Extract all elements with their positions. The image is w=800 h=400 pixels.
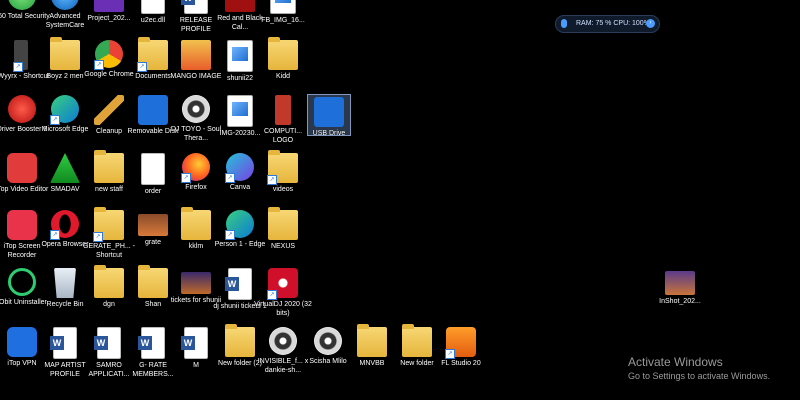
folder-icon (357, 324, 387, 357)
word-document-icon (181, 327, 208, 359)
usb-drive-icon (138, 95, 168, 125)
word-document-icon (94, 327, 121, 359)
dll-file-icon (141, 0, 165, 14)
desktop-icon-videos[interactable]: ↗ videos (254, 150, 312, 195)
image-file-icon (138, 214, 168, 236)
activate-windows-watermark: Activate Windows Go to Settings to activ… (628, 355, 770, 381)
image-file-icon (181, 272, 211, 294)
video-editor-icon (7, 153, 37, 183)
audio-file-icon (314, 327, 342, 355)
system-monitor-widget[interactable]: RAM: 75 % CPU: 100% › (555, 15, 660, 33)
desktop-icon-virtualdj[interactable]: ↗ VirtualDJ 2020 (32 bits) (254, 268, 312, 318)
driver-booster-icon (8, 95, 36, 123)
recycle-bin-icon (54, 268, 76, 298)
edge-icon: ↗ (225, 210, 254, 240)
folder-icon (225, 324, 255, 357)
broom-icon (94, 95, 124, 125)
icon-label: VirtualDJ 2020 (32 bits) (254, 301, 312, 317)
word-document-icon (50, 327, 77, 359)
image-file-icon (227, 40, 253, 72)
image-file-icon (225, 0, 255, 12)
usb-device-icon: ↗ (13, 40, 28, 72)
icon-label: COMPUTI... LOGO (263, 128, 303, 144)
folder-icon (50, 37, 80, 70)
icon-label: Kidd (275, 73, 290, 80)
word-document-icon (181, 0, 208, 14)
canva-icon: ↗ (225, 153, 254, 183)
desktop-icon-inshot[interactable]: InShot_202... (651, 268, 709, 307)
icon-label: InShot_202... (659, 298, 701, 305)
chrome-icon: ↗ (94, 40, 123, 70)
opera-icon: ↗ (50, 210, 79, 240)
antivirus-icon (50, 153, 80, 183)
image-file-icon (227, 95, 253, 127)
desktop-icon-nexus[interactable]: NEXUS (254, 207, 312, 252)
folder-icon (94, 265, 124, 298)
edge-icon: ↗ (50, 95, 79, 125)
audio-file-icon (269, 327, 297, 355)
folder-icon (94, 150, 124, 183)
fl-studio-icon: ↗ (445, 327, 476, 359)
icon-label: FL Studio 20 (441, 360, 481, 367)
image-file-icon (270, 0, 296, 14)
folder-icon: ↗ (93, 207, 124, 242)
icon-label: USB Drive (312, 130, 346, 137)
screen-recorder-icon (7, 210, 37, 240)
folder-icon (402, 324, 432, 357)
virtualdj-icon: ↗ (267, 268, 298, 300)
image-file-icon (181, 40, 211, 70)
arrow-right-icon[interactable]: › (646, 19, 655, 28)
resource-usage-text: RAM: 75 % CPU: 100% (576, 20, 650, 27)
activate-title: Activate Windows (628, 355, 723, 369)
document-icon (141, 153, 165, 185)
folder-icon (268, 37, 298, 70)
icon-label: FB_IMG_16... (261, 17, 305, 24)
image-file-icon (275, 95, 291, 125)
folder-icon: ↗ (267, 150, 298, 185)
desktop-icon-fl-studio-20[interactable]: ↗ FL Studio 20 (432, 327, 490, 369)
icon-label: NEXUS (270, 243, 296, 250)
folder-icon (138, 265, 168, 298)
folder-icon: ↗ (137, 37, 168, 72)
usb-drive-icon (314, 97, 344, 127)
activate-subtitle: Go to Settings to activate Windows. (628, 371, 771, 381)
word-document-icon (138, 327, 165, 359)
video-file-icon (94, 0, 124, 12)
image-file-icon (665, 271, 695, 295)
shield-icon (8, 0, 36, 10)
desktop-icon-usb-drive[interactable]: USB Drive (307, 94, 351, 137)
desktop-icon-computi-logo[interactable]: COMPUTI... LOGO (254, 95, 312, 145)
desktop-icon-kidd[interactable]: Kidd (254, 37, 312, 82)
microphone-icon (561, 19, 567, 28)
firefox-icon: ↗ (181, 153, 210, 183)
vpn-icon (7, 327, 37, 357)
audio-file-icon (182, 95, 210, 123)
word-document-icon (225, 268, 252, 300)
folder-icon (268, 207, 298, 240)
folder-icon (181, 207, 211, 240)
icon-label: videos (272, 186, 294, 193)
desktop-icon-fb-img[interactable]: FB_IMG_16... (254, 0, 312, 26)
uninstaller-icon (8, 268, 36, 296)
gear-icon (51, 0, 79, 10)
